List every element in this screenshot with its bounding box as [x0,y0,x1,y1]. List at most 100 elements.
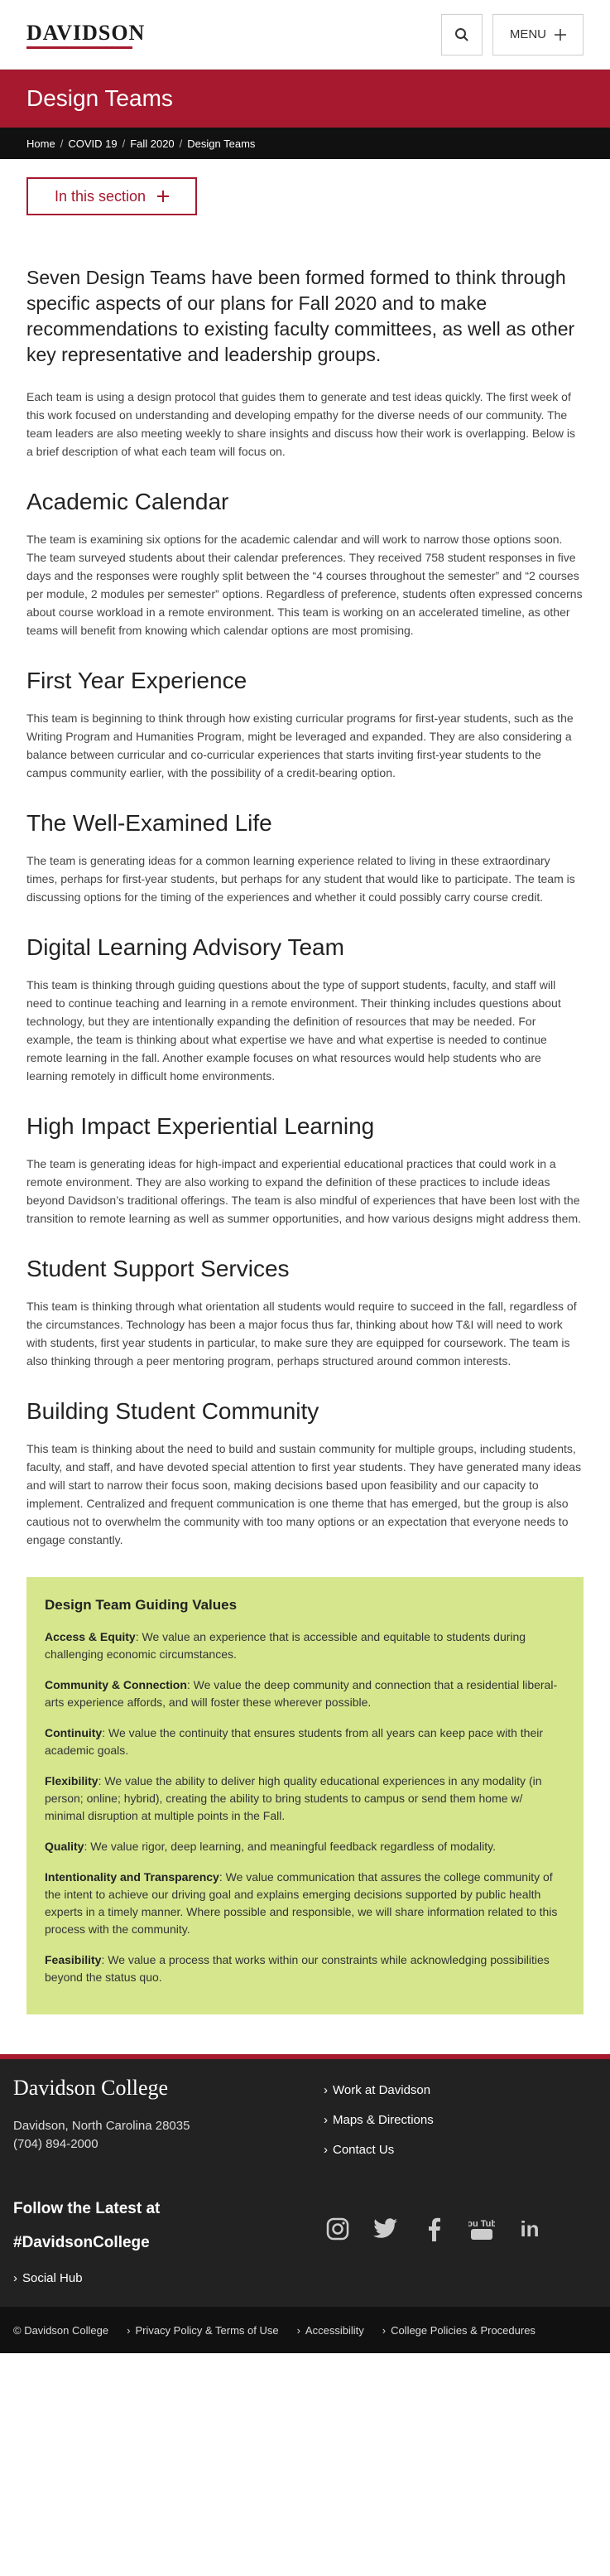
footer-link-accessibility[interactable]: › Accessibility [297,2324,364,2337]
value-name: Access & Equity [45,1630,136,1643]
value-item: Community & Connection: We value the dee… [45,1676,565,1711]
section-heading: First Year Experience [26,668,247,693]
main-content: Seven Design Teams have been formed form… [0,215,610,2038]
guiding-values-box: Design Team Guiding Values Access & Equi… [26,1577,584,2014]
chevron-right-icon: › [382,2323,387,2337]
social-icons: You Tube in [324,2198,597,2260]
value-text: : We value rigor, deep learning, and mea… [84,1840,497,1853]
menu-label: MENU [509,27,546,41]
footer-link-privacy[interactable]: › Privacy Policy & Terms of Use [127,2324,278,2337]
footer-phone[interactable]: (704) 894-2000 [13,2135,190,2154]
footer-link-contact[interactable]: › Contact Us [324,2135,597,2165]
footer-link-label: Contact Us [333,2143,395,2157]
value-item: Feasibility: We value a process that wor… [45,1951,565,1986]
value-item: Intentionality and Transparency: We valu… [45,1869,565,1938]
copyright: © Davidson College [13,2323,109,2337]
section-body: The team is generating ideas for a commo… [26,854,575,904]
footer-link-label: College Policies & Procedures [391,2323,536,2337]
breadcrumb-fall2020[interactable]: Fall 2020 [130,137,174,150]
chevron-right-icon: › [13,2271,17,2285]
footer-link-maps[interactable]: › Maps & Directions [324,2106,597,2135]
value-name: Quality [45,1840,84,1853]
section-academic-calendar: Academic Calendar The team is examining … [26,489,584,639]
twitter-icon[interactable] [372,2215,400,2243]
follow-hashtag[interactable]: #DavidsonCollege [13,2226,160,2260]
breadcrumb-separator: / [179,137,183,150]
footer-college-name: Davidson College [13,2076,169,2100]
chevron-right-icon: › [324,2143,328,2157]
footer-link-label: Accessibility [305,2323,364,2337]
site-header: DAVIDSON MENU [0,0,610,70]
section-body: This team is beginning to think through … [26,712,574,779]
search-button[interactable] [440,13,483,55]
footer-address: Davidson, North Carolina 28035 [13,2119,190,2133]
footer-contact: Davidson College Davidson, North Carolin… [13,2076,190,2165]
section-heading: Digital Learning Advisory Team [26,934,344,960]
footer-link-label: Work at Davidson [333,2083,431,2097]
value-name: Intentionality and Transparency [45,1870,219,1884]
footer-link-policies[interactable]: › College Policies & Procedures [382,2324,536,2337]
in-this-section-button[interactable]: In this section [26,177,198,215]
value-name: Community & Connection [45,1678,187,1691]
value-text: : We value a process that works within o… [45,1953,550,1984]
footer-link-work[interactable]: › Work at Davidson [324,2076,597,2106]
chevron-right-icon: › [324,2113,328,2127]
footer-top: Davidson College Davidson, North Carolin… [13,2076,597,2165]
social-hub-link[interactable]: › Social Hub [13,2260,597,2307]
footer-link-label: Privacy Policy & Terms of Use [135,2323,279,2337]
section-heading: Student Support Services [26,1256,290,1281]
section-body: This team is thinking through what orien… [26,1300,577,1368]
value-name: Continuity [45,1726,103,1739]
section-high-impact-learning: High Impact Experiential Learning The te… [26,1113,584,1228]
section-digital-learning: Digital Learning Advisory Team This team… [26,934,584,1085]
breadcrumb-current: Design Teams [187,137,256,150]
footer-follow: Follow the Latest at #DavidsonCollege Yo… [13,2192,597,2260]
value-text: : We value the ability to deliver high q… [45,1774,542,1822]
value-item: Continuity: We value the continuity that… [45,1725,565,1759]
breadcrumb-covid19[interactable]: COVID 19 [68,137,117,150]
plus-icon [157,191,170,202]
logo-text: DAVIDSON [26,20,146,45]
section-body: The team is generating ideas for high-im… [26,1157,581,1225]
follow-heading: Follow the Latest at #DavidsonCollege [13,2192,160,2260]
social-hub-label: Social Hub [22,2271,83,2285]
header-actions: MENU [440,13,584,55]
section-heading: Academic Calendar [26,489,229,514]
section-well-examined-life: The Well-Examined Life The team is gener… [26,810,584,906]
follow-line-1: Follow the Latest at [13,2200,161,2217]
guiding-values-title: Design Team Guiding Values [45,1597,238,1613]
facebook-icon[interactable] [420,2215,448,2243]
menu-button[interactable]: MENU [492,13,584,55]
section-heading: High Impact Experiential Learning [26,1113,375,1139]
instagram-icon[interactable] [324,2215,352,2243]
value-item: Quality: We value rigor, deep learning, … [45,1838,565,1855]
youtube-icon[interactable]: You Tube [468,2215,496,2243]
breadcrumb-separator: / [60,137,64,150]
value-item: Flexibility: We value the ability to del… [45,1773,565,1825]
breadcrumb: Home / COVID 19 / Fall 2020 / Design Tea… [0,128,610,159]
section-body: This team is thinking about the need to … [26,1442,582,1546]
value-name: Flexibility [45,1774,98,1787]
chevron-right-icon: › [127,2323,131,2337]
footer-link-label: Maps & Directions [333,2113,434,2127]
value-text: : We value the continuity that ensures s… [45,1726,544,1757]
intro-body: Each team is using a design protocol tha… [26,390,575,458]
site-footer: Davidson College Davidson, North Carolin… [0,2054,610,2307]
svg-text:You Tube: You Tube [468,2219,495,2229]
logo-underline [26,46,132,49]
svg-text:in: in [520,2217,539,2241]
footer-links: › Work at Davidson › Maps & Directions › Co… [324,2076,597,2165]
page-title: Design Teams [26,85,173,111]
intro-lead: Seven Design Teams have been formed form… [26,267,575,365]
section-student-support: Student Support Services This team is th… [26,1256,584,1370]
plus-icon [555,28,566,41]
breadcrumb-home[interactable]: Home [26,137,55,150]
value-name: Feasibility [45,1953,102,1966]
section-bar: In this section [0,159,610,215]
davidson-logo[interactable]: DAVIDSON [26,21,145,49]
section-body: The team is examining six options for th… [26,533,583,637]
section-heading: Building Student Community [26,1398,319,1424]
search-icon [454,27,468,41]
linkedin-icon[interactable]: in [516,2215,544,2243]
section-building-community: Building Student Community This team is … [26,1398,584,1549]
